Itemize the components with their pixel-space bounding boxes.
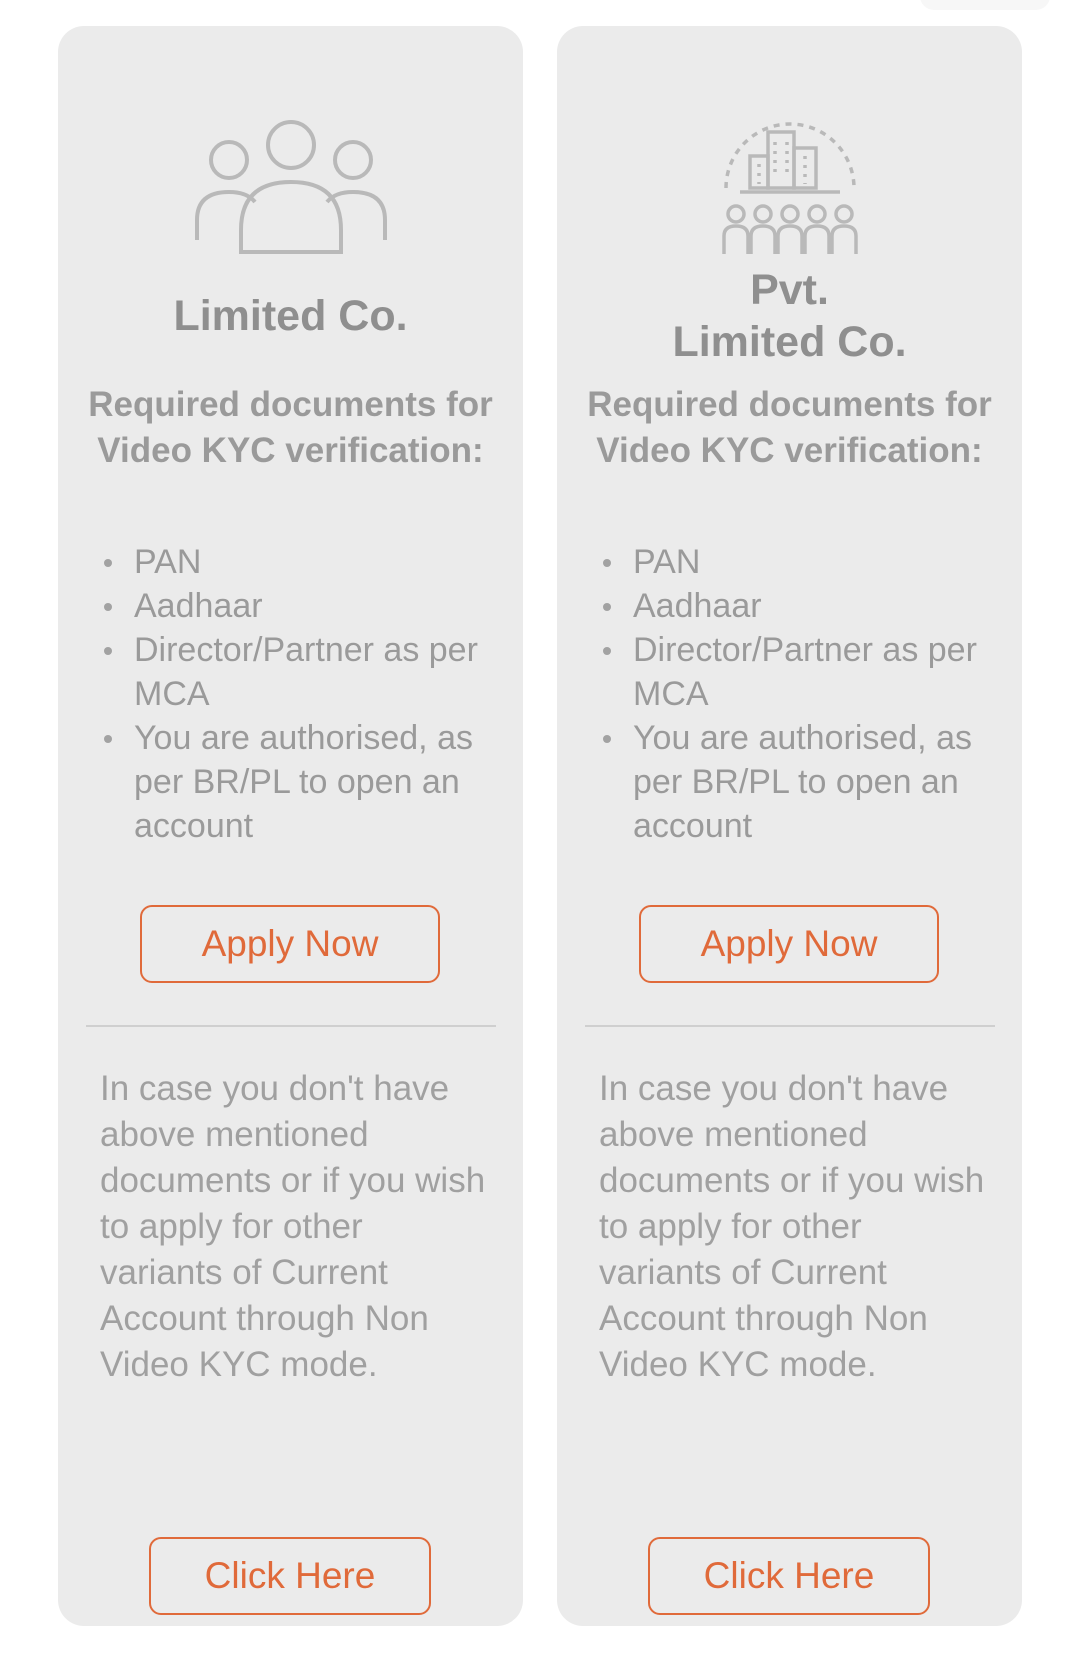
apply-now-button[interactable]: Apply Now — [140, 905, 440, 983]
pvt-limited-co-card: Pvt. Limited Co. Required documents for … — [557, 26, 1022, 1626]
documents-list: PAN Aadhaar Director/Partner as per MCA … — [597, 540, 1002, 848]
list-item: PAN — [597, 540, 1002, 584]
non-video-kyc-note: In case you don't have above mentioned d… — [599, 1069, 985, 1384]
top-tab-edge — [920, 0, 1050, 10]
account-type-cards: Limited Co. Required documents for Video… — [58, 26, 1022, 1626]
list-item: Director/Partner as per MCA — [597, 628, 1002, 716]
card-title: Limited Co. — [173, 292, 408, 340]
card-title: Pvt. Limited Co. — [672, 266, 907, 366]
company-building-icon — [557, 78, 1022, 258]
click-here-button[interactable]: Click Here — [648, 1537, 930, 1615]
divider — [86, 1025, 496, 1027]
list-item: PAN — [98, 540, 503, 584]
people-group-icon — [58, 78, 523, 258]
required-documents-heading: Required documents for Video KYC verific… — [88, 385, 493, 470]
limited-co-card: Limited Co. Required documents for Video… — [58, 26, 523, 1626]
list-item: Director/Partner as per MCA — [98, 628, 503, 716]
apply-now-button[interactable]: Apply Now — [639, 905, 939, 983]
list-item: You are authorised, as per BR/PL to open… — [98, 716, 503, 848]
documents-list: PAN Aadhaar Director/Partner as per MCA … — [98, 540, 503, 848]
list-item: You are authorised, as per BR/PL to open… — [597, 716, 1002, 848]
list-item: Aadhaar — [98, 584, 503, 628]
list-item: Aadhaar — [597, 584, 1002, 628]
click-here-button[interactable]: Click Here — [149, 1537, 431, 1615]
divider — [585, 1025, 995, 1027]
non-video-kyc-note: In case you don't have above mentioned d… — [100, 1069, 486, 1384]
required-documents-heading: Required documents for Video KYC verific… — [587, 385, 992, 470]
